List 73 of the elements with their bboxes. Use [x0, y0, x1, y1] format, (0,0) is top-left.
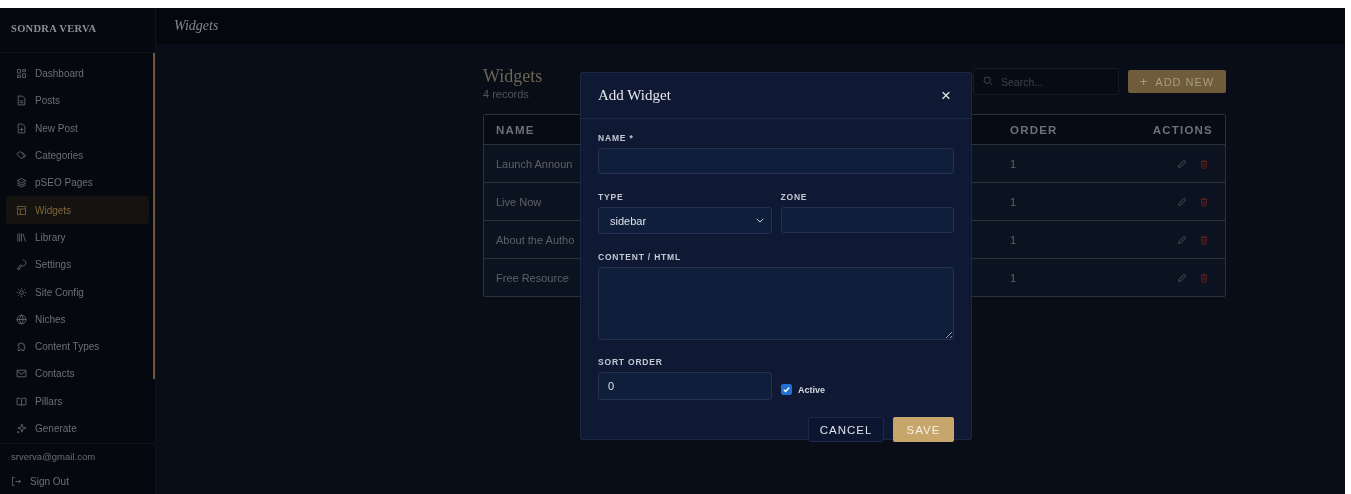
- table-cell-text: 1: [1009, 271, 1018, 284]
- field-label: ZONE: [780, 192, 809, 202]
- sidebar-item[interactable]: Posts: [6, 87, 149, 115]
- sign-out-link[interactable]: Sign Out: [6, 470, 149, 492]
- pencil-icon[interactable]: [1177, 158, 1187, 169]
- user-email: srverva@gmail.com: [10, 450, 97, 464]
- sidebar-item[interactable]: Site Config: [6, 278, 149, 306]
- layers-icon: [16, 177, 27, 189]
- field-label: SORT ORDER: [598, 357, 664, 367]
- content-field[interactable]: [598, 267, 954, 340]
- sidebar-item[interactable]: Niches: [6, 305, 149, 333]
- sidebar-item[interactable]: Settings: [6, 251, 149, 279]
- document-icon: [16, 95, 27, 107]
- trash-icon[interactable]: [1199, 158, 1209, 169]
- pencil-icon[interactable]: [1177, 272, 1187, 283]
- page-header-title: Widgets: [174, 18, 219, 34]
- sidebar-item[interactable]: Pillars: [6, 387, 149, 415]
- sidebar-item[interactable]: Widgets: [6, 196, 149, 224]
- pencil-icon[interactable]: [1177, 196, 1187, 207]
- sidebar-item[interactable]: Generate: [6, 414, 149, 443]
- scrollbar-thumb[interactable]: [153, 53, 155, 379]
- field-label: CONTENT / HTML: [598, 252, 682, 262]
- table-cell-text: 1: [1009, 157, 1018, 170]
- books-icon: [16, 231, 27, 243]
- search-icon: [983, 76, 993, 86]
- grid-icon: [16, 68, 27, 80]
- sort-order-field[interactable]: 0: [598, 372, 772, 400]
- tags-icon: [16, 150, 27, 162]
- dialog-title: Add Widget: [598, 87, 671, 104]
- zone-field[interactable]: [780, 207, 954, 233]
- chevron-down-icon: [755, 218, 764, 223]
- cancel-button[interactable]: CANCEL: [808, 417, 884, 442]
- sidebar-item[interactable]: Dashboard: [6, 60, 149, 88]
- globe-icon: [16, 313, 27, 325]
- brand-title: SONDRA VERVA: [0, 8, 155, 53]
- table-cell-text: 1: [1009, 195, 1018, 208]
- column-header: ACTIONS: [1151, 123, 1214, 136]
- field-label: TYPE: [598, 192, 625, 202]
- table-cell: Free Resource: [496, 271, 569, 284]
- gear-icon: [16, 286, 27, 298]
- close-button[interactable]: ×: [939, 87, 953, 104]
- name-field[interactable]: [598, 148, 954, 174]
- sidebar-item[interactable]: Library: [6, 223, 149, 252]
- sidebar-item[interactable]: Content Types: [6, 332, 149, 361]
- checkbox-label: Active: [798, 384, 825, 395]
- page-title: Widgets: [483, 66, 543, 87]
- table-cell-text: 1: [1009, 233, 1018, 246]
- field-label: NAME *: [598, 133, 635, 143]
- record-count: 4 records: [483, 88, 530, 100]
- trash-icon[interactable]: [1199, 196, 1209, 207]
- sparkle-icon: [16, 423, 27, 434]
- table-cell: Launch Announ: [496, 157, 573, 170]
- table-cell: Live Now: [496, 195, 542, 208]
- layout-icon: [16, 204, 27, 216]
- sidebar-item[interactable]: Categories: [6, 141, 149, 170]
- pencil-icon[interactable]: [1177, 234, 1187, 245]
- book-icon: [16, 395, 27, 407]
- column-header: NAME: [495, 123, 536, 136]
- sidebar-item[interactable]: New Post: [6, 114, 149, 142]
- trash-icon[interactable]: [1199, 234, 1209, 245]
- add-new-button[interactable]: + ADD NEW: [1128, 70, 1226, 93]
- mail-icon: [16, 368, 27, 380]
- file-plus-icon: [16, 122, 27, 134]
- sidebar-item[interactable]: pSEO Pages: [6, 169, 149, 197]
- table-cell: About the Autho: [496, 233, 575, 246]
- sign-out-icon: [11, 475, 22, 487]
- type-dropdown[interactable]: sidebar: [598, 207, 772, 234]
- active-checkbox[interactable]: [781, 384, 792, 395]
- sidebar-item[interactable]: Contacts: [6, 360, 149, 388]
- key-icon: [16, 259, 27, 271]
- trash-icon[interactable]: [1199, 272, 1209, 283]
- puzzle-icon: [16, 341, 27, 353]
- column-header: ORDER: [1009, 123, 1059, 136]
